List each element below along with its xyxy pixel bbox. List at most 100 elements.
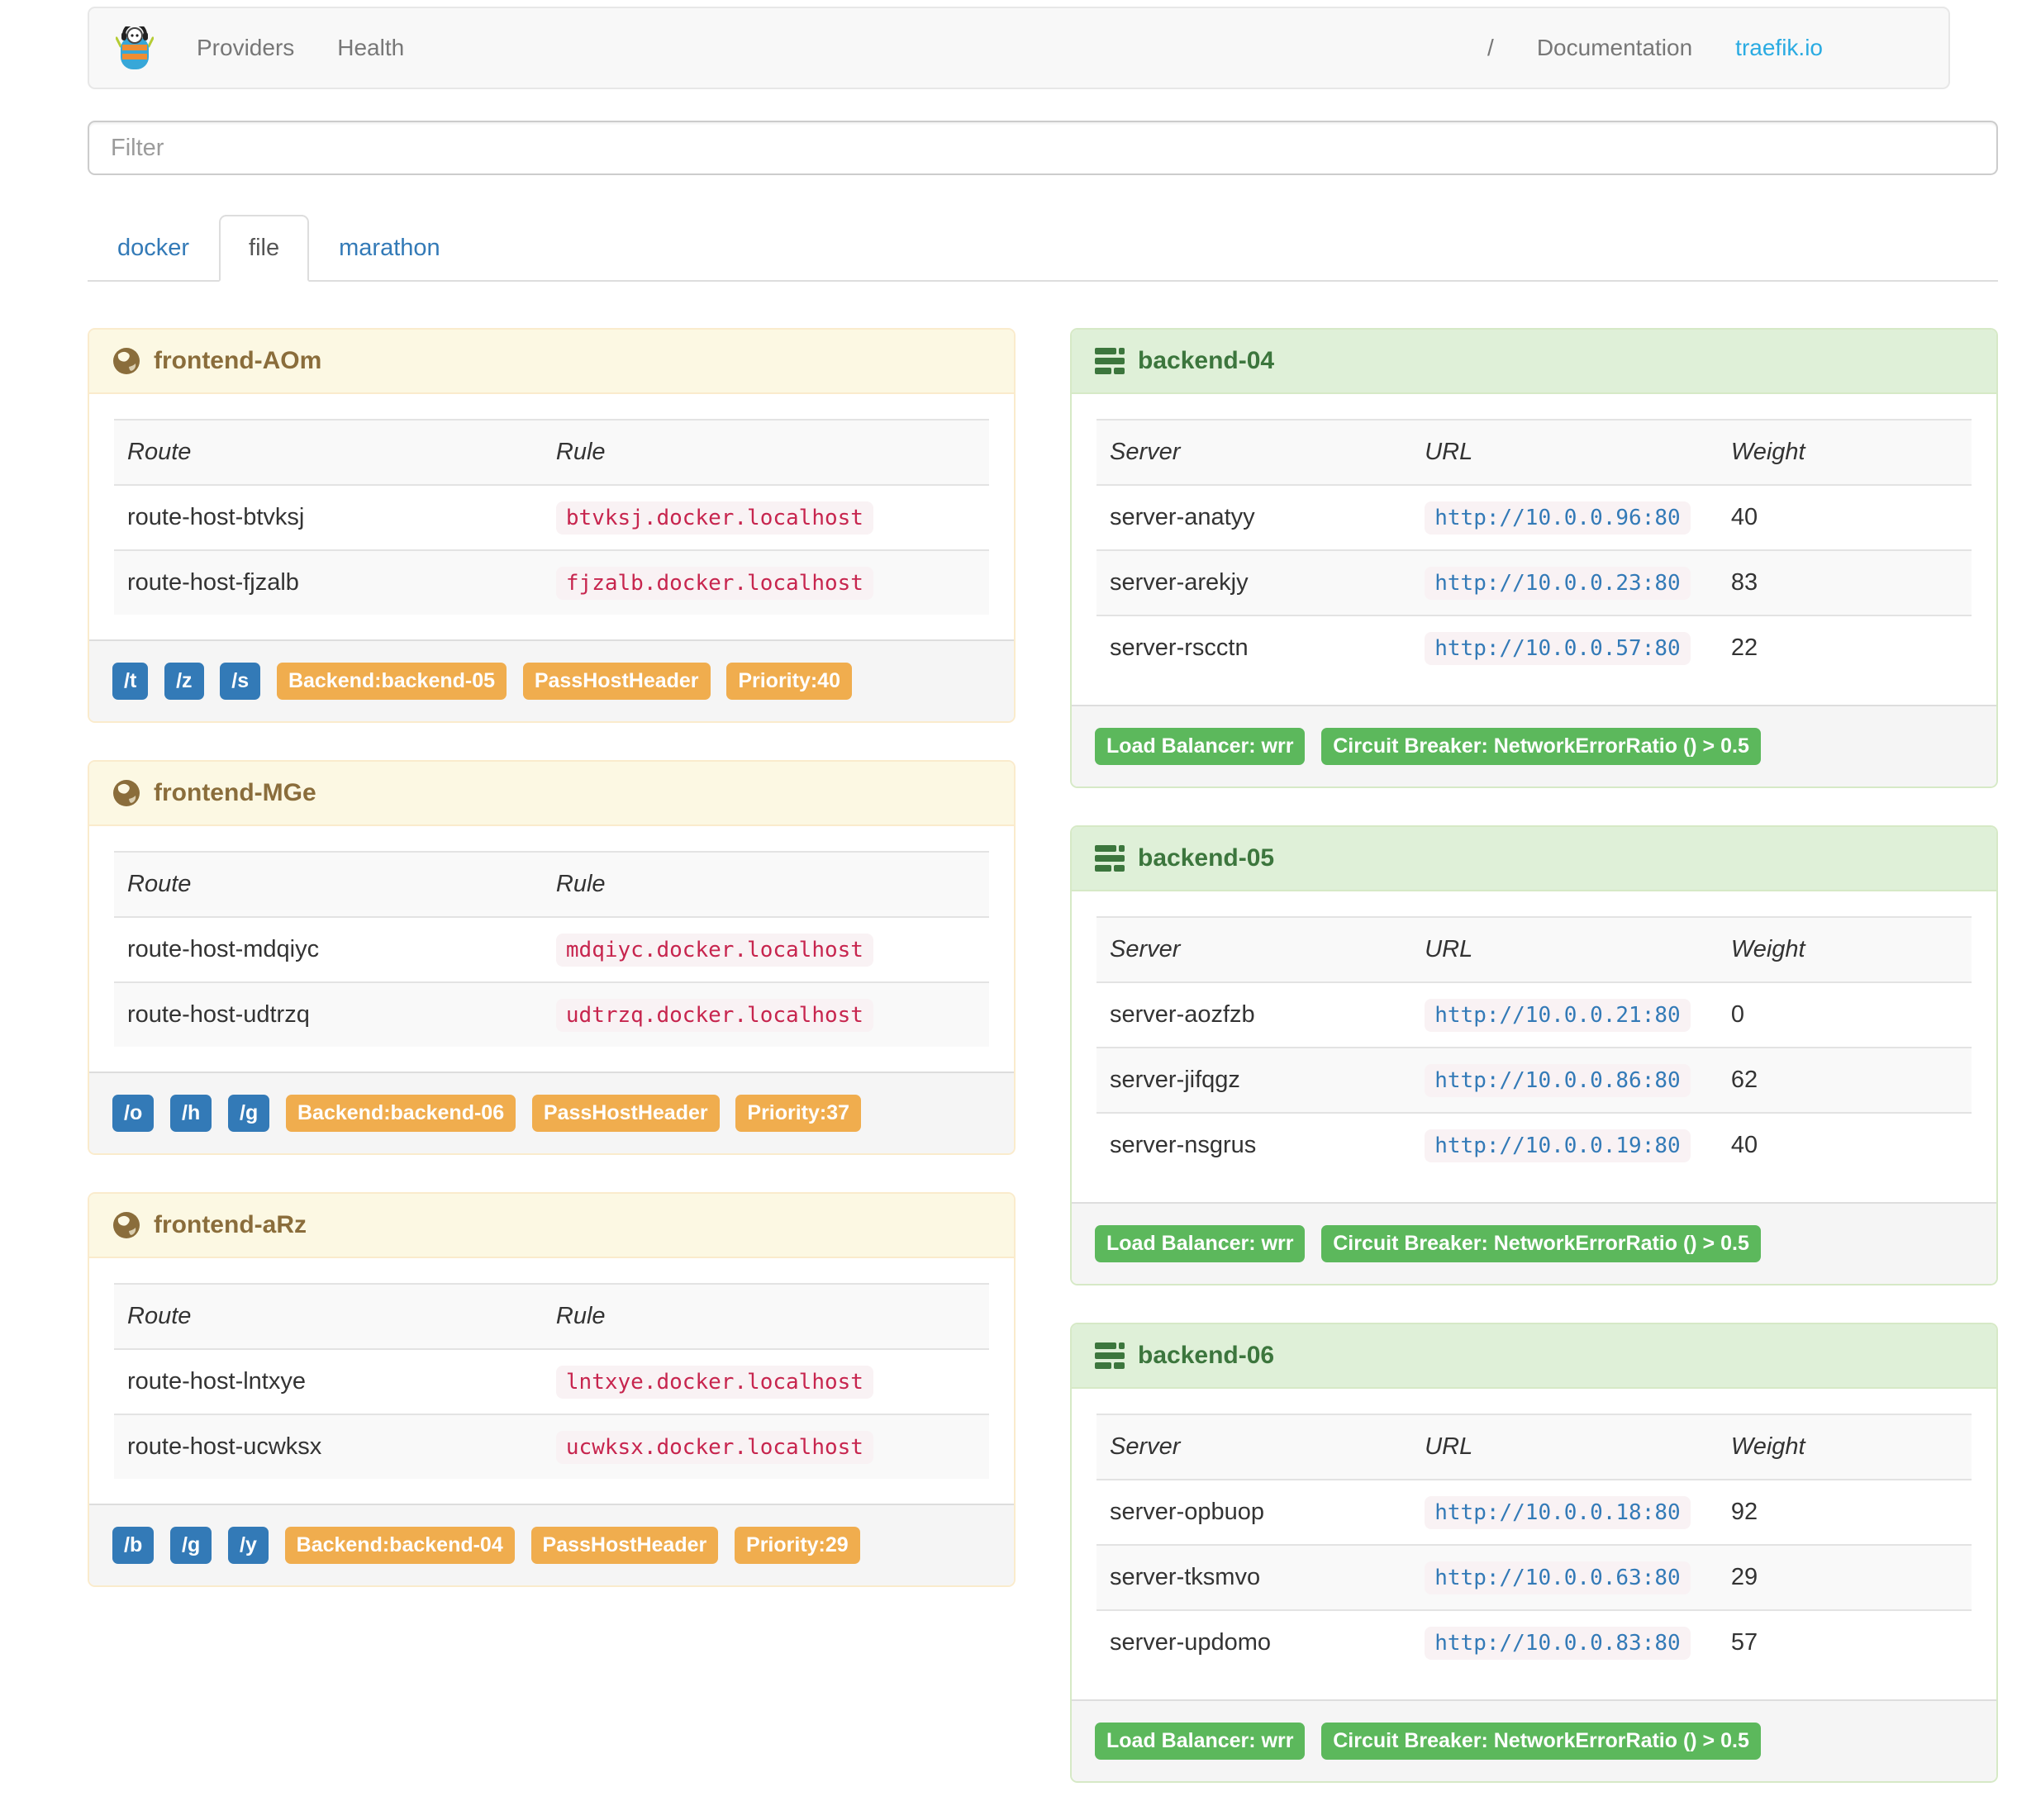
priority-badge: Priority:37: [735, 1095, 862, 1132]
backend-panel-heading: backend-05: [1072, 827, 1996, 891]
backend-panel-footer: Load Balancer: wrr Circuit Breaker: Netw…: [1072, 705, 1996, 786]
frontend-route-row: route-host-mdqiyc mdqiyc.docker.localhos…: [114, 916, 989, 982]
backend-panel-body: Server URL Weight server-aozfzb http://1…: [1072, 891, 1996, 1202]
col-url: URL: [1411, 1414, 1718, 1480]
frontend-route-row: route-host-fjzalb fjzalb.docker.localhos…: [114, 549, 989, 615]
traefik-logo-icon[interactable]: [116, 26, 154, 69]
route-name: route-host-ucwksx: [114, 1414, 543, 1479]
server-url-link[interactable]: http://10.0.0.57:80: [1425, 632, 1691, 665]
server-weight: 40: [1717, 484, 1972, 550]
server-weight: 57: [1717, 1609, 1972, 1675]
backend-title: backend-06: [1138, 1342, 1275, 1369]
server-url-link[interactable]: http://10.0.0.86:80: [1425, 1064, 1691, 1097]
server-name: server-arekjy: [1096, 549, 1412, 615]
root-path-link[interactable]: /: [1487, 35, 1494, 61]
col-server: Server: [1096, 1414, 1412, 1480]
backend-panel: backend-04 Server URL Weight server-anat…: [1070, 328, 1998, 788]
traefik-site-link[interactable]: traefik.io: [1735, 35, 1823, 61]
route-path-badge: /b: [112, 1527, 155, 1564]
table-header-row: Server URL Weight: [1096, 916, 1972, 982]
col-rule: Rule: [542, 851, 989, 917]
frontend-title: frontend-MGe: [154, 779, 316, 806]
server-name: server-tksmvo: [1096, 1544, 1412, 1610]
server-url-link[interactable]: http://10.0.0.23:80: [1425, 567, 1691, 600]
server-url-link[interactable]: http://10.0.0.96:80: [1425, 501, 1691, 535]
route-path-badge: /s: [220, 663, 261, 700]
frontend-panel-body: Route Rule route-host-mdqiyc mdqiyc.dock…: [89, 826, 1014, 1072]
frontend-route-row: route-host-udtrzq udtrzq.docker.localhos…: [114, 981, 989, 1047]
route-path-badge: /g: [228, 1095, 270, 1132]
frontend-title: frontend-aRz: [154, 1211, 307, 1238]
backend-server-row: server-updomo http://10.0.0.83:80 57: [1096, 1609, 1972, 1675]
frontend-route-row: route-host-btvksj btvksj.docker.localhos…: [114, 484, 989, 550]
server-url-link[interactable]: http://10.0.0.21:80: [1425, 999, 1691, 1032]
col-url: URL: [1411, 419, 1718, 485]
server-name: server-aozfzb: [1096, 981, 1412, 1048]
col-weight: Weight: [1717, 1414, 1972, 1480]
route-path-badge: /h: [170, 1095, 212, 1132]
backend-panel-heading: backend-04: [1072, 330, 1996, 394]
routes-table: Route Rule route-host-mdqiyc mdqiyc.dock…: [114, 851, 989, 1047]
frontend-panel-heading: frontend-MGe: [89, 762, 1014, 826]
route-path-badge: /o: [112, 1095, 155, 1132]
globe-icon: [113, 1212, 140, 1238]
backend-server-row: server-jifqgz http://10.0.0.86:80 62: [1096, 1047, 1972, 1113]
server-name: server-nsgrus: [1096, 1112, 1412, 1177]
priority-badge: Priority:29: [735, 1527, 860, 1564]
rule-value: btvksj.docker.localhost: [555, 501, 873, 535]
globe-icon: [113, 780, 140, 806]
backend-server-row: server-tksmvo http://10.0.0.63:80 29: [1096, 1544, 1972, 1610]
table-header-row: Server URL Weight: [1096, 419, 1972, 485]
server-name: server-jifqgz: [1096, 1047, 1412, 1113]
backend-panel: backend-06 Server URL Weight server-opbu…: [1070, 1323, 1998, 1783]
backend-server-row: server-rscctn http://10.0.0.57:80 22: [1096, 615, 1972, 680]
globe-icon: [113, 348, 140, 374]
load-balancer-badge: Load Balancer: wrr: [1095, 1225, 1306, 1262]
tab-file[interactable]: file: [219, 215, 310, 282]
col-server: Server: [1096, 419, 1412, 485]
server-weight: 62: [1717, 1047, 1972, 1113]
rule-value: mdqiyc.docker.localhost: [555, 934, 873, 967]
tab-marathon[interactable]: marathon: [309, 215, 470, 282]
server-url-link[interactable]: http://10.0.0.83:80: [1425, 1627, 1691, 1660]
backend-panel-footer: Load Balancer: wrr Circuit Breaker: Netw…: [1072, 1202, 1996, 1284]
frontend-panel-heading: frontend-aRz: [89, 1194, 1014, 1258]
servers-table: Server URL Weight server-aozfzb http://1…: [1096, 916, 1972, 1177]
frontend-panel-footer: /b /g /y Backend:backend-04 PassHostHead…: [89, 1504, 1014, 1585]
backend-server-row: server-arekjy http://10.0.0.23:80 83: [1096, 549, 1972, 615]
tab-docker[interactable]: docker: [88, 215, 219, 282]
server-url-link[interactable]: http://10.0.0.18:80: [1425, 1496, 1691, 1529]
frontend-panel-heading: frontend-AOm: [89, 330, 1014, 394]
nav-providers-link[interactable]: Providers: [197, 35, 294, 61]
server-url-link[interactable]: http://10.0.0.19:80: [1425, 1129, 1691, 1162]
backends-column: backend-04 Server URL Weight server-anat…: [1070, 328, 1998, 1820]
route-name: route-host-fjzalb: [114, 549, 543, 615]
backend-badge: Backend:backend-06: [286, 1095, 516, 1132]
backend-panel: backend-05 Server URL Weight server-aozf…: [1070, 825, 1998, 1285]
frontend-panel-footer: /t /z /s Backend:backend-05 PassHostHead…: [89, 639, 1014, 721]
col-server: Server: [1096, 916, 1412, 982]
col-url: URL: [1411, 916, 1718, 982]
backend-badge: Backend:backend-04: [284, 1527, 515, 1564]
backend-server-row: server-opbuop http://10.0.0.18:80 92: [1096, 1479, 1972, 1545]
filter-input[interactable]: [88, 121, 1998, 175]
route-path-badge: /g: [170, 1527, 212, 1564]
server-url-link[interactable]: http://10.0.0.63:80: [1425, 1561, 1691, 1594]
route-path-badge: /y: [228, 1527, 269, 1564]
nav-health-link[interactable]: Health: [337, 35, 404, 61]
route-name: route-host-btvksj: [114, 484, 543, 550]
col-rule: Rule: [542, 419, 989, 485]
server-name: server-anatyy: [1096, 484, 1412, 550]
rule-value: lntxye.docker.localhost: [555, 1366, 873, 1399]
route-name: route-host-udtrzq: [114, 981, 543, 1047]
rule-value: ucwksx.docker.localhost: [555, 1431, 873, 1464]
server-weight: 0: [1717, 981, 1972, 1048]
server-weight: 29: [1717, 1544, 1972, 1610]
server-weight: 92: [1717, 1479, 1972, 1545]
frontends-column: frontend-AOm Route Rule route-host-btvks…: [88, 328, 1016, 1624]
table-header-row: Server URL Weight: [1096, 1414, 1972, 1480]
circuit-breaker-badge: Circuit Breaker: NetworkErrorRatio () > …: [1321, 728, 1761, 765]
documentation-link[interactable]: Documentation: [1537, 35, 1692, 61]
server-tasks-icon: [1095, 1342, 1125, 1369]
servers-table: Server URL Weight server-anatyy http://1…: [1096, 419, 1972, 680]
